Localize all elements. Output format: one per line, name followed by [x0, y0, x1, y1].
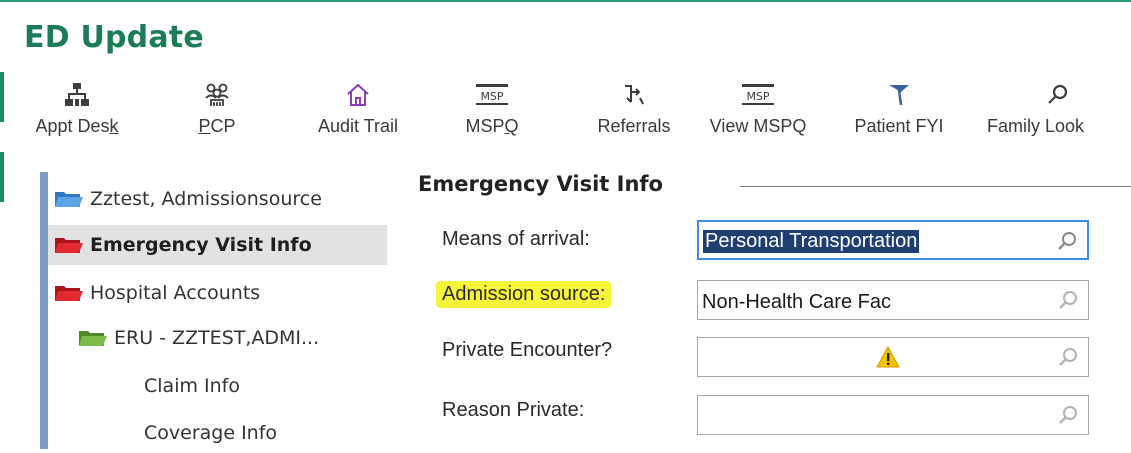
admission-source-label: Admission source: [436, 281, 612, 308]
means-of-arrival-label: Means of arrival: [442, 228, 590, 250]
sidebar-item-label: Claim Info [144, 375, 240, 397]
toolbar-label: View MSPQ [709, 116, 807, 136]
sidebar-item-emergency-visit-info[interactable]: Emergency Visit Info [48, 225, 387, 265]
section-divider [740, 186, 1131, 187]
warning-icon [876, 346, 900, 368]
private-encounter-field[interactable] [697, 337, 1089, 377]
admission-source-field[interactable]: Non-Health Care Fac [697, 280, 1089, 320]
sidebar-rail [40, 172, 48, 449]
toolbar-label: Family Look [987, 116, 1085, 136]
org-chart-icon [65, 80, 89, 110]
toolbar-label: Audit Trail [317, 116, 399, 136]
search-icon[interactable] [1056, 345, 1080, 369]
toolbar-label: Patient FYI [854, 116, 944, 136]
sidebar-item-claim-info[interactable]: Claim Info [48, 366, 240, 406]
toolbar-label: MSPQ [465, 116, 519, 136]
referral-arrow-icon [621, 80, 647, 110]
sidebar-item-label: Zztest, Admissionsource [90, 188, 322, 210]
means-of-arrival-value: Personal Transportation [703, 230, 920, 253]
toolbar-label: Referrals [597, 116, 671, 136]
search-icon[interactable] [1056, 403, 1080, 427]
pcp-button[interactable]: PCP [192, 80, 242, 146]
sidebar-item-hospital-accounts[interactable]: Hospital Accounts [48, 273, 260, 313]
family-lookup-button[interactable]: Family Look [985, 80, 1131, 146]
audit-trail-button[interactable]: Audit Trail [302, 80, 414, 146]
search-icon[interactable] [1055, 229, 1079, 253]
search-icon[interactable] [1056, 288, 1080, 312]
house-icon [345, 80, 371, 110]
referrals-button[interactable]: Referrals [584, 80, 684, 146]
sidebar-item-eru-account[interactable]: ERU - ZZTEST,ADMI... [48, 318, 319, 358]
red-folder-icon [55, 238, 83, 253]
window-title: ED Update [24, 20, 204, 55]
sidebar-item-label: Coverage Info [144, 422, 278, 444]
svg-text:MSP: MSP [480, 90, 503, 103]
admission-source-value: Non-Health Care Fac [702, 291, 891, 313]
sidebar-item-label: Hospital Accounts [90, 282, 261, 304]
sidebar-item-label: ERU - ZZTEST,ADMI... [114, 327, 320, 349]
reason-private-label: Reason Private: [442, 399, 585, 421]
search-icon [985, 80, 1131, 110]
appt-desk-button[interactable]: Appt Desk [35, 80, 119, 146]
window-edge-accent [0, 72, 4, 122]
flag-icon [886, 80, 912, 110]
toolbar-label: PCP [198, 116, 236, 136]
window-top-border [0, 0, 1131, 2]
sidebar-item-label: Emergency Visit Info [90, 234, 312, 256]
red-folder-icon [55, 286, 83, 301]
reason-private-field[interactable] [697, 395, 1089, 435]
msp-icon: MSP [741, 80, 775, 110]
patient-fyi-button[interactable]: Patient FYI [838, 80, 960, 146]
private-encounter-label: Private Encounter? [442, 339, 613, 361]
people-icon [204, 80, 230, 110]
svg-text:MSP: MSP [746, 90, 769, 103]
section-title: Emergency Visit Info [418, 172, 663, 196]
green-folder-icon [79, 331, 107, 346]
blue-folder-icon [55, 192, 83, 207]
sidebar-item-coverage-info[interactable]: Coverage Info [48, 413, 277, 453]
toolbar-label: Appt Desk [35, 116, 119, 136]
means-of-arrival-field[interactable]: Personal Transportation [697, 220, 1089, 260]
window-edge-accent [0, 152, 4, 202]
msp-icon: MSP [475, 80, 509, 110]
sidebar-item-patient[interactable]: Zztest, Admissionsource [48, 179, 322, 219]
mspq-button[interactable]: MSP MSPQ [458, 80, 526, 146]
view-mspq-button[interactable]: MSP View MSPQ [704, 80, 812, 146]
